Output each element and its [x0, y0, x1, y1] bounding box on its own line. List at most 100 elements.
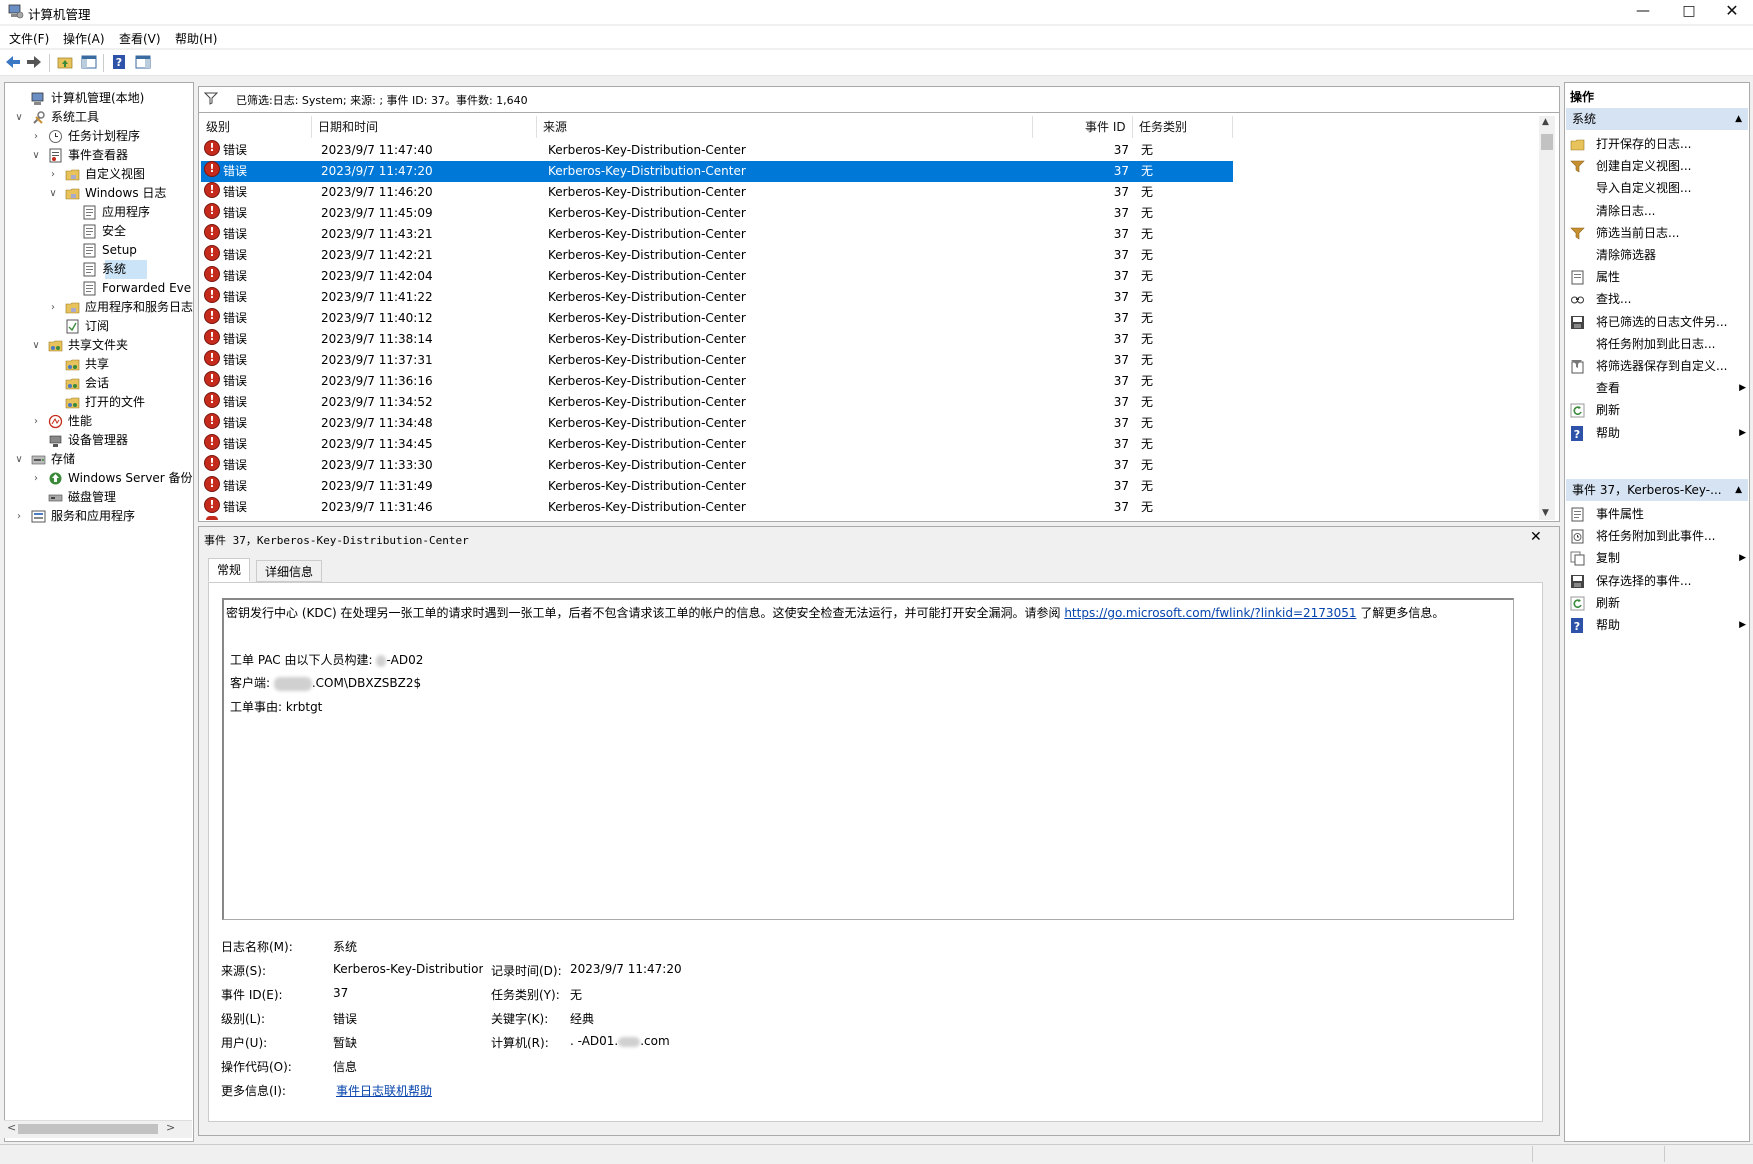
table-row[interactable]: ! 错误 2023/9/7 11:47:40 Kerberos-Key-Distrib…	[201, 140, 1233, 161]
back-button[interactable]	[3, 52, 23, 72]
action-item[interactable]: 刷新	[1570, 591, 1746, 615]
action-item[interactable]: 清除日志...	[1570, 199, 1746, 223]
collapse-arrow-icon[interactable]: ›	[47, 298, 59, 317]
minimize-button[interactable]: —	[1620, 0, 1666, 22]
table-row[interactable]: ! 错误 2023/9/7 11:41:22 Kerberos-Key-Distrib…	[201, 287, 1233, 308]
event-description-box[interactable]	[222, 598, 1514, 920]
close-window-button[interactable]: ✕	[1709, 0, 1753, 22]
tree-item[interactable]: ∨ 事件查看器	[5, 146, 192, 165]
tree-item[interactable]: 共享	[5, 355, 192, 374]
tree-item[interactable]: ∨ 共享文件夹	[5, 336, 192, 355]
table-row[interactable]: ! 错误 2023/9/7 11:38:14 Kerberos-Key-Distrib…	[201, 329, 1233, 350]
column-divider[interactable]	[1032, 116, 1033, 138]
action-item[interactable]: 事件属性	[1570, 502, 1746, 526]
scrollbar-thumb[interactable]	[18, 1124, 158, 1134]
collapse-icon[interactable]: ▲	[1735, 479, 1742, 501]
tree-item[interactable]: 系统	[5, 260, 192, 279]
tree-item[interactable]: › 应用程序和服务日志	[5, 298, 193, 317]
column-divider[interactable]	[536, 116, 537, 138]
action-item[interactable]: ? 帮助 ▶	[1570, 421, 1746, 445]
tree-item[interactable]: 打开的文件	[5, 393, 192, 412]
table-row[interactable]: ! 错误 2023/9/7 11:46:20 Kerberos-Key-Distrib…	[201, 182, 1233, 203]
tree-item[interactable]: 会话	[5, 374, 192, 393]
expand-arrow-icon[interactable]: ∨	[30, 146, 42, 165]
tree-item[interactable]: 订阅	[5, 317, 192, 336]
tree-item[interactable]: Forwarded Eve	[5, 279, 192, 298]
expand-arrow-icon[interactable]: ∨	[13, 108, 25, 127]
action-item[interactable]: 导入自定义视图...	[1570, 176, 1746, 200]
tree-item[interactable]: 计算机管理(本地)	[5, 89, 192, 108]
column-header-source[interactable]: 来源	[543, 118, 567, 136]
action-item[interactable]: 清除筛选器	[1570, 243, 1746, 267]
action-item[interactable]: 复制 ▶	[1570, 546, 1746, 570]
scrollbar-thumb[interactable]	[1541, 134, 1553, 150]
forward-button[interactable]	[24, 52, 44, 72]
scroll-left-arrow-icon[interactable]: <	[7, 1121, 16, 1134]
action-item[interactable]: 保存选择的事件...	[1570, 569, 1746, 593]
tree-item[interactable]: ∨ Windows 日志	[5, 184, 192, 203]
collapse-icon[interactable]: ▲	[1735, 108, 1742, 130]
show-action-pane-button[interactable]	[133, 52, 153, 72]
menu-view[interactable]: 查看(V)	[119, 30, 161, 47]
expand-arrow-icon[interactable]: ∨	[47, 184, 59, 203]
tree-item[interactable]: 应用程序	[5, 203, 192, 222]
table-row[interactable]: ! 错误 2023/9/7 11:31:46 Kerberos-Key-Distrib…	[201, 497, 1233, 518]
action-item[interactable]: 将任务附加到此事件...	[1570, 524, 1746, 548]
column-divider[interactable]	[311, 116, 312, 138]
expand-arrow-icon[interactable]: ∨	[30, 336, 42, 355]
table-vertical-scrollbar[interactable]	[1539, 116, 1555, 520]
menu-help[interactable]: 帮助(H)	[175, 30, 217, 47]
table-row[interactable]: ! 错误 2023/9/7 11:40:12 Kerberos-Key-Distrib…	[201, 308, 1233, 329]
action-item[interactable]: 将筛选器保存到自定义...	[1570, 354, 1746, 378]
table-row[interactable]: ! 错误 2023/9/7 11:37:31 Kerberos-Key-Distrib…	[201, 350, 1233, 371]
collapse-arrow-icon[interactable]: ›	[30, 127, 42, 146]
tree-item[interactable]: › 自定义视图	[5, 165, 192, 184]
table-row[interactable]: ! 错误 2023/9/7 11:36:16 Kerberos-Key-Distrib…	[201, 371, 1233, 392]
action-item[interactable]: 将任务附加到此日志...	[1570, 332, 1746, 356]
tab-general[interactable]: 常规	[208, 558, 251, 582]
action-item[interactable]: 查找...	[1570, 287, 1746, 311]
menu-action[interactable]: 操作(A)	[63, 30, 105, 47]
collapse-arrow-icon[interactable]: ›	[13, 507, 25, 526]
table-row[interactable]: ! 错误 2023/9/7 11:45:09 Kerberos-Key-Distrib…	[201, 203, 1233, 224]
collapse-arrow-icon[interactable]: ›	[30, 412, 42, 431]
action-item[interactable]: 将已筛选的日志文件另...	[1570, 310, 1746, 334]
table-row[interactable]: ! 错误 2023/9/7 11:42:21 Kerberos-Key-Distrib…	[201, 245, 1233, 266]
table-row[interactable]: ! 错误 2023/9/7 11:33:30 Kerberos-Key-Distrib…	[201, 455, 1233, 476]
column-divider[interactable]	[1132, 116, 1133, 138]
tree-item[interactable]: ∨ 存储	[5, 450, 192, 469]
column-header-event-id[interactable]: 事件 ID	[1085, 118, 1126, 136]
table-row[interactable]: ! 错误 2023/9/7 11:43:21 Kerberos-Key-Distrib…	[201, 224, 1233, 245]
description-link[interactable]: https://go.microsoft.com/fwlink/?linkid=…	[1064, 606, 1356, 620]
action-item[interactable]: 查看 ▶	[1570, 376, 1746, 400]
table-row[interactable]: ! 错误 2023/9/7 11:31:49 Kerberos-Key-Distrib…	[201, 476, 1233, 497]
action-item[interactable]: ? 帮助 ▶	[1570, 613, 1746, 637]
scroll-up-arrow-icon[interactable]: ▲	[1542, 117, 1549, 127]
column-header-datetime[interactable]: 日期和时间	[318, 118, 378, 136]
table-row[interactable]: ! 错误 2023/9/7 11:47:20 Kerberos-Key-Distrib…	[201, 161, 1233, 182]
tree-item[interactable]: › 性能	[5, 412, 192, 431]
table-row[interactable]: ! 错误 2023/9/7 11:34:48 Kerberos-Key-Distrib…	[201, 413, 1233, 434]
actions-section-system[interactable]: 系统 ▲	[1566, 108, 1748, 130]
tree-item[interactable]: ∨ 系统工具	[5, 108, 192, 127]
show-tree-button[interactable]	[79, 52, 99, 72]
tree-item[interactable]: 磁盘管理	[5, 488, 192, 507]
actions-section-event[interactable]: 事件 37，Kerberos-Key-... ▲	[1566, 479, 1748, 501]
action-item[interactable]: 创建自定义视图...	[1570, 154, 1746, 178]
scroll-right-arrow-icon[interactable]: >	[166, 1121, 175, 1134]
collapse-arrow-icon[interactable]: ›	[47, 165, 59, 184]
online-help-link[interactable]: 事件日志联机帮助	[336, 1082, 432, 1099]
scroll-down-arrow-icon[interactable]: ▼	[1542, 508, 1549, 518]
up-level-button[interactable]	[55, 52, 75, 72]
action-item[interactable]: 属性	[1570, 265, 1746, 289]
action-item[interactable]: 刷新	[1570, 398, 1746, 422]
tab-details[interactable]: 详细信息	[256, 560, 323, 582]
action-item[interactable]: 筛选当前日志...	[1570, 221, 1746, 245]
tree-item[interactable]: › Windows Server 备份	[5, 469, 193, 488]
tree-item[interactable]: Setup	[5, 241, 192, 260]
maximize-button[interactable]: □	[1666, 0, 1712, 22]
tree-item[interactable]: 安全	[5, 222, 192, 241]
expand-arrow-icon[interactable]: ∨	[13, 450, 25, 469]
table-row[interactable]: ! 错误 2023/9/7 11:34:45 Kerberos-Key-Distrib…	[201, 434, 1233, 455]
collapse-arrow-icon[interactable]: ›	[30, 469, 42, 488]
